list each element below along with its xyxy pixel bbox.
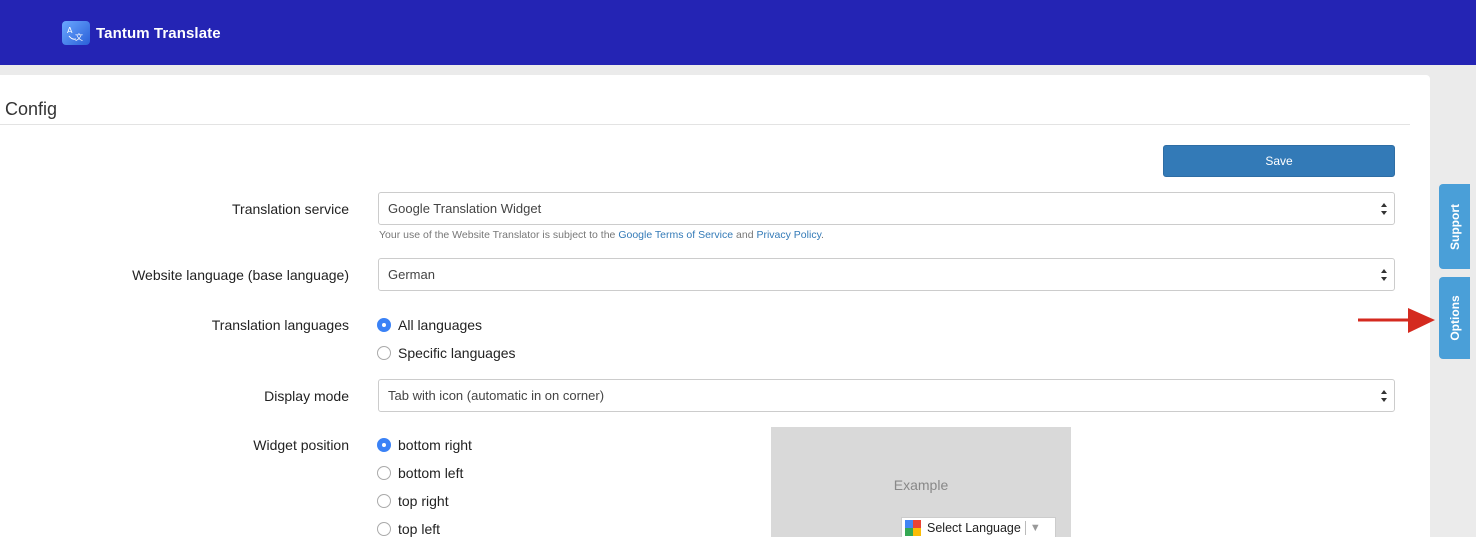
radio-bottom-left[interactable]: bottom left (377, 465, 463, 481)
select-arrows-icon (1381, 203, 1387, 215)
widget-example-preview: Example Select Language ▼ (771, 427, 1071, 537)
radio-label: bottom left (398, 465, 464, 481)
app-brand[interactable]: A 文 Tantum Translate (62, 21, 221, 45)
website-language-value: German (388, 267, 435, 282)
radio-specific-languages[interactable]: Specific languages (377, 345, 516, 361)
radio-label: All languages (398, 317, 483, 333)
display-mode-value: Tab with icon (automatic in on corner) (388, 388, 605, 403)
radio-label: bottom right (398, 437, 472, 453)
help-and: and (736, 229, 754, 241)
help-prefix: Your use of the Website Translator is su… (379, 229, 616, 241)
radio-selected-icon[interactable] (377, 438, 391, 452)
app-title: Tantum Translate (96, 24, 221, 42)
radio-unselected-icon[interactable] (377, 494, 391, 508)
display-mode-select[interactable]: Tab with icon (automatic in on corner) (378, 379, 1395, 412)
radio-selected-icon[interactable] (377, 318, 391, 332)
translation-service-label: Translation service (232, 201, 349, 217)
widget-caret-icon: ▼ (1029, 522, 1041, 534)
options-tab-label: Options (1447, 295, 1462, 341)
radio-top-left[interactable]: top left (377, 521, 440, 537)
translation-service-select[interactable]: Google Translation Widget (378, 192, 1395, 225)
svg-text:A: A (67, 26, 73, 35)
select-arrows-icon (1381, 269, 1387, 281)
translate-logo-icon: A 文 (62, 21, 90, 45)
radio-top-right[interactable]: top right (377, 493, 449, 509)
radio-label: top left (398, 521, 441, 537)
widget-select-language-text: Select Language (927, 521, 1021, 535)
config-panel: Config Save Translation service Google T… (0, 75, 1430, 537)
red-arrow-annotation-icon (1358, 308, 1435, 333)
radio-label: Specific languages (398, 345, 516, 361)
save-button[interactable]: Save (1163, 145, 1395, 177)
website-language-select[interactable]: German (378, 258, 1395, 291)
translation-service-value: Google Translation Widget (388, 201, 542, 216)
options-side-tab[interactable]: Options (1439, 277, 1470, 359)
top-navbar: A 文 Tantum Translate (0, 0, 1476, 65)
help-suffix: . (821, 229, 824, 241)
display-mode-label: Display mode (264, 388, 349, 404)
radio-unselected-icon[interactable] (377, 522, 391, 536)
example-label: Example (893, 477, 949, 493)
page-title: Config (5, 99, 58, 119)
google-terms-link[interactable]: Google Terms of Service (618, 229, 733, 241)
radio-label: top right (398, 493, 449, 509)
support-side-tab[interactable]: Support (1439, 184, 1470, 269)
widget-position-label: Widget position (253, 437, 349, 453)
website-language-label: Website language (base language) (132, 267, 349, 283)
radio-unselected-icon[interactable] (377, 346, 391, 360)
translation-languages-label: Translation languages (211, 317, 349, 333)
terms-help-text: Your use of the Website Translator is su… (379, 229, 824, 241)
svg-text:文: 文 (75, 32, 83, 42)
google-translate-logo-icon (905, 520, 921, 536)
radio-all-languages[interactable]: All languages (377, 317, 482, 333)
widget-separator (1024, 521, 1026, 535)
support-tab-label: Support (1447, 203, 1462, 250)
radio-unselected-icon[interactable] (377, 466, 391, 480)
radio-bottom-right[interactable]: bottom right (377, 437, 472, 453)
privacy-policy-link[interactable]: Privacy Policy (756, 229, 821, 241)
google-translate-widget-preview: Select Language ▼ (901, 517, 1056, 537)
title-divider (0, 124, 1410, 125)
select-arrows-icon (1381, 390, 1387, 402)
